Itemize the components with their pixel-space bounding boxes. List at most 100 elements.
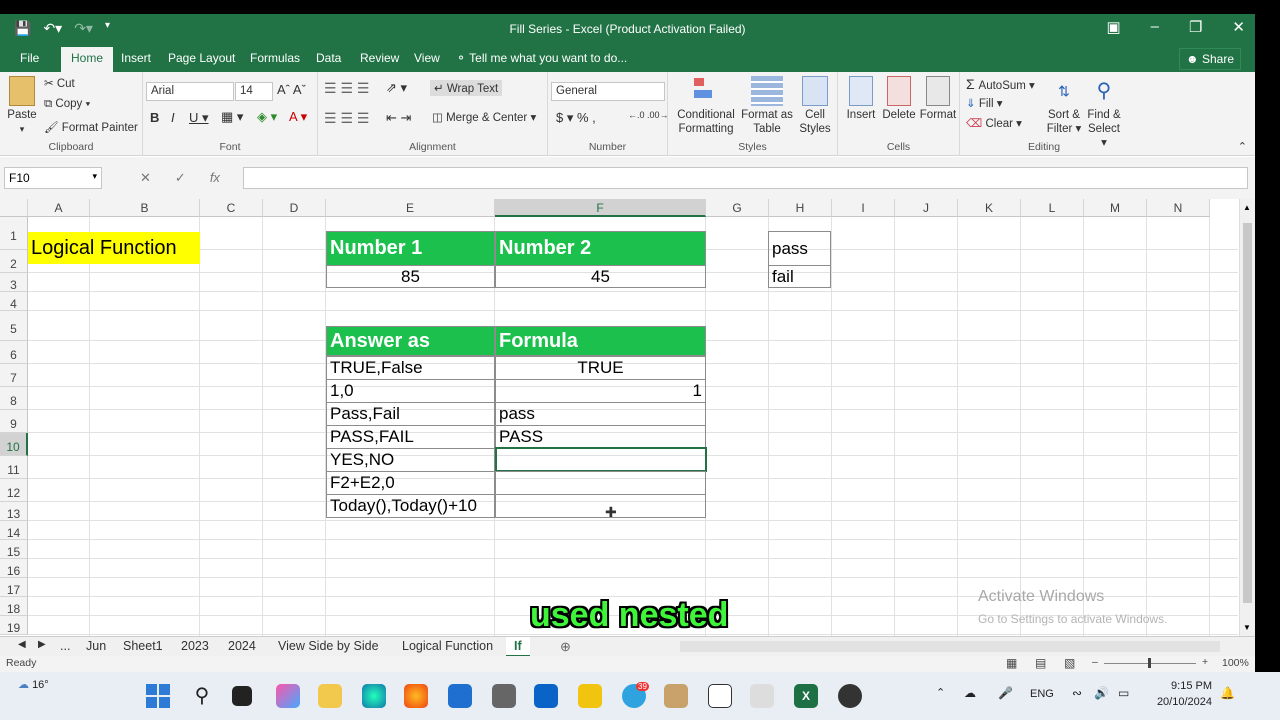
row-header-15[interactable]: 15	[0, 540, 28, 559]
cell-f5[interactable]: Formula	[495, 326, 706, 356]
paste-button[interactable]: Paste ▾	[6, 76, 38, 136]
wrap-text-button[interactable]: ↵ Wrap Text	[430, 80, 503, 96]
clear-button[interactable]: ⌫ Clear ▾	[966, 116, 1022, 130]
row-header-18[interactable]: 18	[0, 597, 28, 616]
worksheet-grid[interactable]: ABCDEFGHIJKLMN 1 2 3 4 5 6 7 8 9 10 11 12 13 14 15 16 17…	[0, 199, 1255, 636]
font-size-combo[interactable]: 14	[235, 82, 273, 101]
row-header-19[interactable]: 19	[0, 616, 28, 635]
row-header-1[interactable]: 1	[0, 217, 28, 250]
horizontal-scrollbar[interactable]	[680, 641, 1220, 652]
cell-e8[interactable]: Pass,Fail	[326, 402, 495, 426]
cell-e10[interactable]: YES,NO	[326, 448, 495, 472]
column-header-k[interactable]: K	[958, 199, 1021, 217]
cell-e1[interactable]: Number 1	[326, 231, 495, 266]
tab-insert[interactable]: Insert	[121, 51, 151, 65]
collapse-ribbon-icon[interactable]: ⌃	[1238, 140, 1247, 153]
share-button[interactable]: ☻ Share	[1179, 48, 1241, 70]
snipping-tool-icon[interactable]	[750, 684, 774, 708]
zoom-out-icon[interactable]: –	[1092, 656, 1098, 668]
row-header-8[interactable]: 8	[0, 387, 28, 410]
windows-start-icon[interactable]	[146, 684, 170, 708]
format-as-table-button[interactable]: Format as Table	[740, 76, 794, 136]
fill-button[interactable]: ⇓ Fill ▾	[966, 96, 1003, 110]
search-icon[interactable]: ⚲	[190, 684, 214, 708]
zoom-in-icon[interactable]: +	[1202, 656, 1208, 668]
cell-e11[interactable]: F2+E2,0	[326, 471, 495, 495]
tab-review[interactable]: Review	[360, 51, 399, 65]
cell-f6[interactable]: TRUE	[495, 356, 706, 380]
underline-button[interactable]: U ▾	[189, 110, 209, 126]
cell-e9[interactable]: PASS,FAIL	[326, 425, 495, 449]
tab-view[interactable]: View	[414, 51, 440, 65]
formula-input[interactable]	[243, 167, 1248, 189]
fill-color-icon[interactable]: ◈ ▾	[257, 109, 277, 125]
tab-data[interactable]: Data	[316, 51, 341, 65]
find-select-button[interactable]: ⚲ Find & Select ▾	[1084, 76, 1124, 150]
cell-e6[interactable]: TRUE,False	[326, 356, 495, 380]
cell-f8[interactable]: pass	[495, 402, 706, 426]
borders-icon[interactable]: ▦ ▾	[221, 109, 243, 125]
column-header-j[interactable]: J	[895, 199, 958, 217]
row-header-17[interactable]: 17	[0, 578, 28, 597]
row-header-12[interactable]: 12	[0, 479, 28, 502]
zoom-level[interactable]: 100%	[1222, 657, 1249, 669]
bold-button[interactable]: B	[150, 110, 159, 125]
copy-button[interactable]: ⧉ Copy ▾	[44, 98, 90, 111]
close-button[interactable]: ✕	[1232, 18, 1245, 36]
column-header-h[interactable]: H	[769, 199, 832, 217]
weather-widget[interactable]: ☁ 16°	[18, 678, 49, 691]
tab-home[interactable]: Home	[61, 47, 114, 72]
row-header-13[interactable]: 13	[0, 502, 28, 521]
vertical-scrollbar[interactable]: ▲ ▼	[1239, 199, 1255, 636]
cell-e12[interactable]: Today(),Today()+10	[326, 494, 495, 518]
name-box[interactable]: F10 ▾	[4, 167, 102, 189]
grow-font-icon[interactable]: Aˆ Aˇ	[277, 82, 306, 97]
battery-icon[interactable]: ▭	[1118, 686, 1129, 700]
tab-page-layout[interactable]: Page Layout	[168, 51, 235, 65]
column-header-e[interactable]: E	[326, 199, 495, 217]
cut-button[interactable]: ✂ Cut	[44, 76, 75, 90]
format-painter-button[interactable]: 🖌 Format Painter	[44, 120, 138, 134]
cell-f10-selected[interactable]	[495, 447, 707, 472]
more-sheets-button[interactable]: ...	[60, 639, 70, 653]
scroll-thumb[interactable]	[1243, 223, 1252, 603]
row-header-10[interactable]: 10	[0, 433, 28, 456]
sticky-notes-icon[interactable]	[578, 684, 602, 708]
top-align-icon[interactable]: ☰ ☰ ☰	[324, 80, 369, 97]
column-header-i[interactable]: I	[832, 199, 895, 217]
row-header-16[interactable]: 16	[0, 559, 28, 578]
cell-f7[interactable]: 1	[495, 379, 706, 403]
scroll-up-icon[interactable]: ▲	[1243, 203, 1251, 212]
merge-center-button[interactable]: ◫ Merge & Center ▾	[432, 110, 536, 124]
page-layout-view-icon[interactable]: ▤	[1035, 656, 1046, 670]
font-name-combo[interactable]: Arial	[146, 82, 234, 101]
row-header-14[interactable]: 14	[0, 521, 28, 540]
cell-f11[interactable]	[495, 471, 706, 495]
left-align-icon[interactable]: ☰ ☰ ☰	[324, 110, 369, 127]
sheet-tab-2024[interactable]: 2024	[228, 639, 256, 653]
ribbon-display-icon[interactable]: ▣	[1106, 18, 1120, 36]
column-header-f[interactable]: F	[495, 199, 706, 217]
tray-overflow-icon[interactable]: ⌃	[936, 686, 945, 699]
cell-e2[interactable]: 85	[326, 265, 495, 288]
cell-f2[interactable]: 45	[495, 265, 706, 288]
tab-file[interactable]: File	[20, 51, 39, 65]
delete-cells-button[interactable]: Delete	[880, 76, 918, 122]
zoom-slider-thumb[interactable]	[1148, 658, 1151, 668]
cell-styles-button[interactable]: Cell Styles	[796, 76, 834, 136]
onedrive-icon[interactable]: ☁	[964, 686, 976, 700]
indent-icon[interactable]: ⇤ ⇥	[386, 110, 411, 126]
select-all-corner[interactable]	[0, 199, 28, 217]
cell-h2[interactable]: fail	[768, 265, 831, 288]
row-header-11[interactable]: 11	[0, 456, 28, 479]
row-header-2[interactable]: 2	[0, 250, 28, 273]
decimal-icon[interactable]: ←.0 .00→	[628, 110, 669, 120]
normal-view-icon[interactable]: ▦	[1006, 656, 1017, 670]
obs-icon[interactable]	[838, 684, 862, 708]
insert-function-button[interactable]: fx	[210, 170, 220, 186]
sheet-tab-sheet1[interactable]: Sheet1	[123, 639, 163, 653]
format-cells-button[interactable]: Format	[918, 76, 958, 122]
sheet-tab-2023[interactable]: 2023	[181, 639, 209, 653]
sheet-tab-jun[interactable]: Jun	[86, 639, 106, 653]
tab-formulas[interactable]: Formulas	[250, 51, 300, 65]
